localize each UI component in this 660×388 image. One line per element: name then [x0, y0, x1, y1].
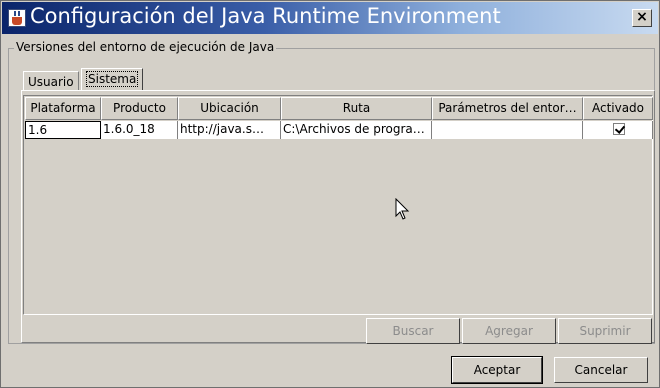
window-title: Configuración del Java Runtime Environme… [30, 4, 501, 28]
column-header-producto[interactable]: Producto [101, 97, 178, 120]
column-header-ruta[interactable]: Ruta [281, 97, 432, 120]
column-header-activado[interactable]: Activado [583, 97, 653, 120]
tab-sistema-label: Sistema [86, 71, 139, 87]
cell-parametros[interactable] [432, 121, 583, 139]
table-row[interactable]: 1.6 1.6.0_18 http://java.s… C:\Archivos … [25, 121, 653, 139]
java-cup-icon [8, 9, 26, 27]
close-button[interactable]: × [632, 9, 652, 27]
mouse-pointer-icon [395, 198, 410, 220]
title-bar[interactable]: Configuración del Java Runtime Environme… [2, 2, 658, 34]
jre-config-window: Configuración del Java Runtime Environme… [0, 0, 660, 388]
jre-table[interactable]: Plataforma Producto Ubicación Ruta Parám… [23, 95, 653, 315]
cell-activado[interactable] [583, 121, 653, 139]
tab-usuario[interactable]: Usuario [23, 71, 79, 90]
suprimir-button[interactable]: Suprimir [558, 318, 652, 344]
tab-sistema[interactable]: Sistema [81, 68, 144, 90]
cell-producto[interactable]: 1.6.0_18 [101, 121, 178, 139]
agregar-button[interactable]: Agregar [462, 318, 556, 344]
group-legend: Versiones del entorno de ejecución de Ja… [14, 40, 277, 54]
close-icon: × [636, 9, 648, 25]
column-header-parametros[interactable]: Parámetros del entor… [432, 97, 583, 120]
activado-checkbox[interactable] [612, 123, 625, 135]
column-header-ubicacion[interactable]: Ubicación [178, 97, 281, 120]
cancelar-button[interactable]: Cancelar [554, 357, 648, 383]
cell-plataforma[interactable]: 1.6 [25, 121, 101, 139]
table-header: Plataforma Producto Ubicación Ruta Parám… [25, 97, 653, 120]
cell-ruta[interactable]: C:\Archivos de progra… [281, 121, 432, 139]
buscar-button[interactable]: Buscar [366, 318, 460, 344]
cell-ubicacion[interactable]: http://java.s… [178, 121, 281, 139]
aceptar-button[interactable]: Aceptar [451, 356, 543, 384]
column-header-plataforma[interactable]: Plataforma [25, 97, 101, 120]
